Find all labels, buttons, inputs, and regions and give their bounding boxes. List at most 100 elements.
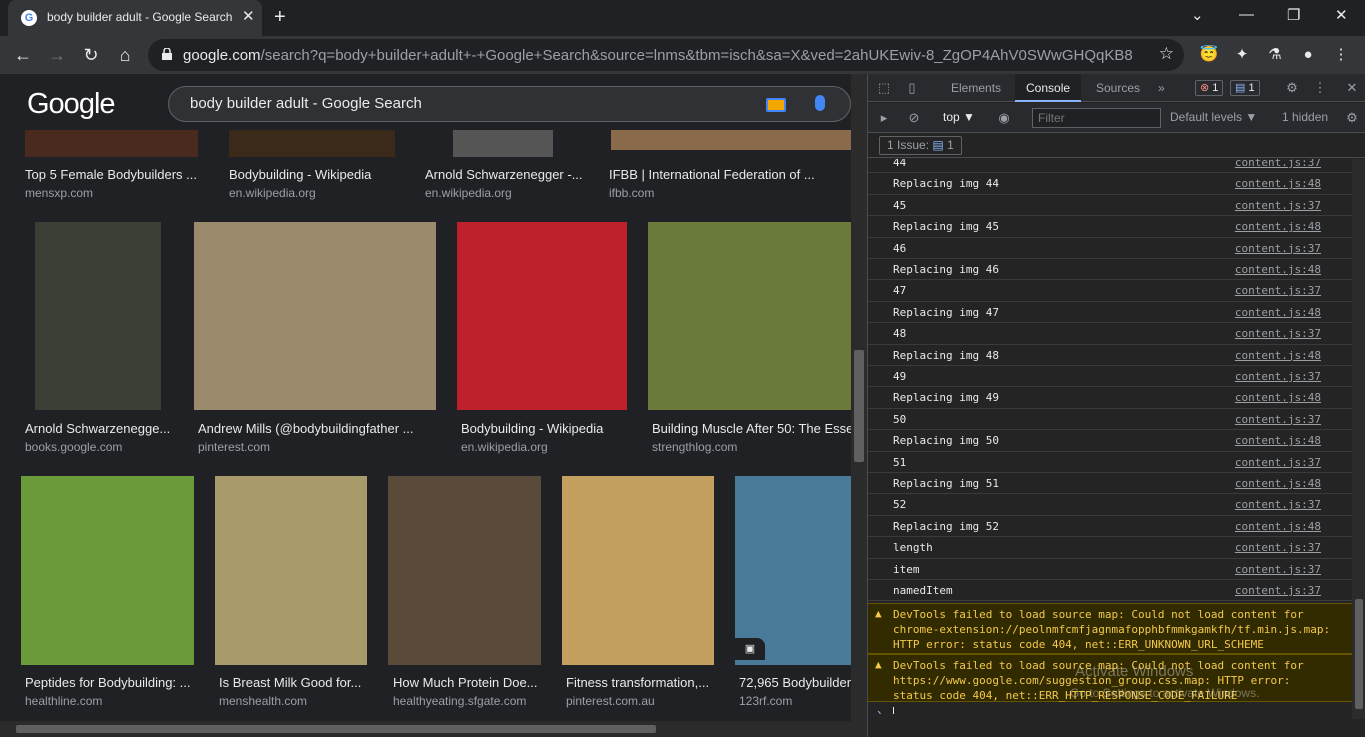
result-image[interactable] (229, 130, 395, 157)
source-link[interactable]: content.js:48 (1235, 391, 1321, 404)
tab-strip: G body builder adult - Google Search ✕ +… (0, 0, 1365, 36)
live-expression-eye-icon[interactable]: ◉ (996, 110, 1012, 126)
result-image[interactable] (453, 130, 553, 157)
message-badge[interactable]: ▤ 1 (1230, 80, 1260, 96)
scrollbar-thumb[interactable] (854, 350, 864, 462)
source-link[interactable]: content.js:37 (1235, 456, 1321, 469)
extensions-puzzle-icon[interactable]: ✦ (1231, 44, 1253, 66)
profile-avatar-icon[interactable]: ● (1297, 44, 1319, 66)
restore-icon[interactable]: ❐ (1287, 6, 1300, 24)
inspect-element-icon[interactable]: ⬚ (876, 80, 892, 96)
result-image[interactable] (35, 222, 161, 410)
source-link[interactable]: content.js:37 (1235, 413, 1321, 426)
tab-console[interactable]: Console (1015, 74, 1082, 102)
issues-button[interactable]: 1 Issue: ▤ 1 (879, 136, 962, 155)
source-link[interactable]: content.js:48 (1235, 306, 1321, 319)
log-levels-dropdown[interactable]: Default levels ▼ (1170, 110, 1257, 124)
result-caption[interactable]: Bodybuilding - Wikipedia (461, 421, 631, 436)
home-icon[interactable]: ⌂ (113, 43, 137, 67)
devtools-menu-icon[interactable]: ⋮ (1312, 80, 1328, 96)
result-image[interactable] (215, 476, 367, 665)
close-tab-icon[interactable]: ✕ (242, 9, 255, 25)
source-link[interactable]: content.js:37 (1235, 327, 1321, 340)
page-vertical-scrollbar[interactable] (851, 74, 867, 737)
result-image[interactable] (388, 476, 541, 665)
result-caption[interactable]: Building Muscle After 50: The Esse (652, 421, 851, 436)
scrollbar-thumb[interactable] (1355, 599, 1363, 709)
console-scrollbar[interactable] (1352, 159, 1365, 719)
profile-dropdown-icon[interactable]: ⌄ (1191, 6, 1204, 24)
lens-icon[interactable] (766, 98, 786, 112)
result-caption[interactable]: Arnold Schwarzenegge... (25, 421, 175, 436)
source-link[interactable]: content.js:37 (1235, 199, 1321, 212)
source-link[interactable]: content.js:37 (1235, 541, 1321, 554)
result-image[interactable] (735, 476, 851, 665)
result-image[interactable] (25, 130, 198, 157)
new-tab-icon[interactable]: + (274, 6, 286, 29)
labs-flask-icon[interactable]: ⚗ (1264, 44, 1286, 66)
source-link[interactable]: content.js:48 (1235, 177, 1321, 190)
source-link[interactable]: content.js:48 (1235, 263, 1321, 276)
result-image[interactable] (611, 130, 851, 150)
result-caption[interactable]: Fitness transformation,... (566, 675, 714, 690)
close-window-icon[interactable]: ✕ (1335, 6, 1348, 24)
console-message: Replacing img 48 content.js:48 (868, 345, 1352, 366)
result-caption[interactable]: Andrew Mills (@bodybuildingfather ... (198, 421, 423, 436)
source-link[interactable]: content.js:37 (1235, 284, 1321, 297)
result-caption[interactable]: Peptides for Bodybuilding: ... (25, 675, 193, 690)
source-link[interactable]: content.js:48 (1235, 520, 1321, 533)
result-image[interactable] (457, 222, 627, 410)
more-tabs-icon[interactable]: » (1147, 74, 1176, 102)
device-toolbar-icon[interactable]: ▯ (904, 80, 920, 96)
result-caption[interactable]: How Much Protein Doe... (393, 675, 541, 690)
source-link[interactable]: content.js:48 (1235, 477, 1321, 490)
source-link[interactable]: content.js:37 (1235, 498, 1321, 511)
console-prompt[interactable]: › (868, 702, 1352, 714)
console-message-text: item (893, 562, 920, 576)
extension-emoji-icon[interactable]: 😇 (1198, 44, 1220, 66)
result-image[interactable] (194, 222, 436, 410)
result-caption[interactable]: Is Breast Milk Good for... (219, 675, 367, 690)
sidebar-toggle-icon[interactable]: ▸ (876, 110, 892, 126)
reload-icon[interactable]: ↻ (79, 43, 103, 67)
tab-sources[interactable]: Sources (1085, 74, 1151, 102)
result-image[interactable] (21, 476, 194, 665)
console-filter-input[interactable] (1032, 108, 1161, 128)
address-bar[interactable]: google.com/search?q=body+builder+adult+-… (148, 39, 1184, 71)
source-link[interactable]: content.js:37 (1235, 584, 1321, 597)
google-logo[interactable]: Google (27, 88, 116, 121)
source-link[interactable]: content.js:37 (1235, 159, 1321, 169)
clear-console-icon[interactable]: ⊘ (906, 110, 922, 126)
bookmark-star-icon[interactable]: ☆ (1159, 44, 1174, 64)
scrollbar-thumb[interactable] (16, 725, 656, 733)
settings-gear-icon[interactable]: ⚙ (1284, 80, 1300, 96)
tab-elements[interactable]: Elements (940, 74, 1012, 102)
browser-tab[interactable]: G body builder adult - Google Search ✕ (8, 0, 262, 36)
result-caption[interactable]: Top 5 Female Bodybuilders ... (25, 167, 200, 182)
mic-icon[interactable] (815, 95, 825, 111)
source-link[interactable]: content.js:48 (1235, 434, 1321, 447)
result-image[interactable] (562, 476, 714, 665)
back-icon[interactable]: ← (11, 43, 35, 67)
result-caption[interactable]: 72,965 Bodybuilder (739, 675, 851, 690)
source-link[interactable]: content.js:48 (1235, 349, 1321, 362)
menu-kebab-icon[interactable]: ⋮ (1330, 44, 1352, 66)
source-link[interactable]: content.js:37 (1235, 563, 1321, 576)
source-link[interactable]: content.js:37 (1235, 242, 1321, 255)
forward-icon[interactable]: → (45, 43, 69, 67)
activate-windows-subtitle: Go to Settings to activate Windows. (1070, 686, 1260, 700)
search-box[interactable]: body builder adult - Google Search (168, 86, 851, 122)
result-caption[interactable]: IFBB | International Federation of ... (609, 167, 849, 182)
error-badge[interactable]: ⊗ 1 (1195, 80, 1224, 96)
result-image[interactable] (648, 222, 851, 410)
console-message: 47 content.js:37 (868, 280, 1352, 302)
source-link[interactable]: content.js:48 (1235, 220, 1321, 233)
result-caption[interactable]: Arnold Schwarzenegger -... (425, 167, 585, 182)
result-caption[interactable]: Bodybuilding - Wikipedia (229, 167, 404, 182)
minimize-icon[interactable]: — (1239, 6, 1254, 23)
page-horizontal-scrollbar[interactable] (0, 721, 851, 737)
close-devtools-icon[interactable]: ✕ (1344, 80, 1360, 96)
source-link[interactable]: content.js:37 (1235, 370, 1321, 383)
console-settings-icon[interactable]: ⚙ (1344, 110, 1360, 126)
context-selector[interactable]: top ▼ (943, 110, 975, 124)
